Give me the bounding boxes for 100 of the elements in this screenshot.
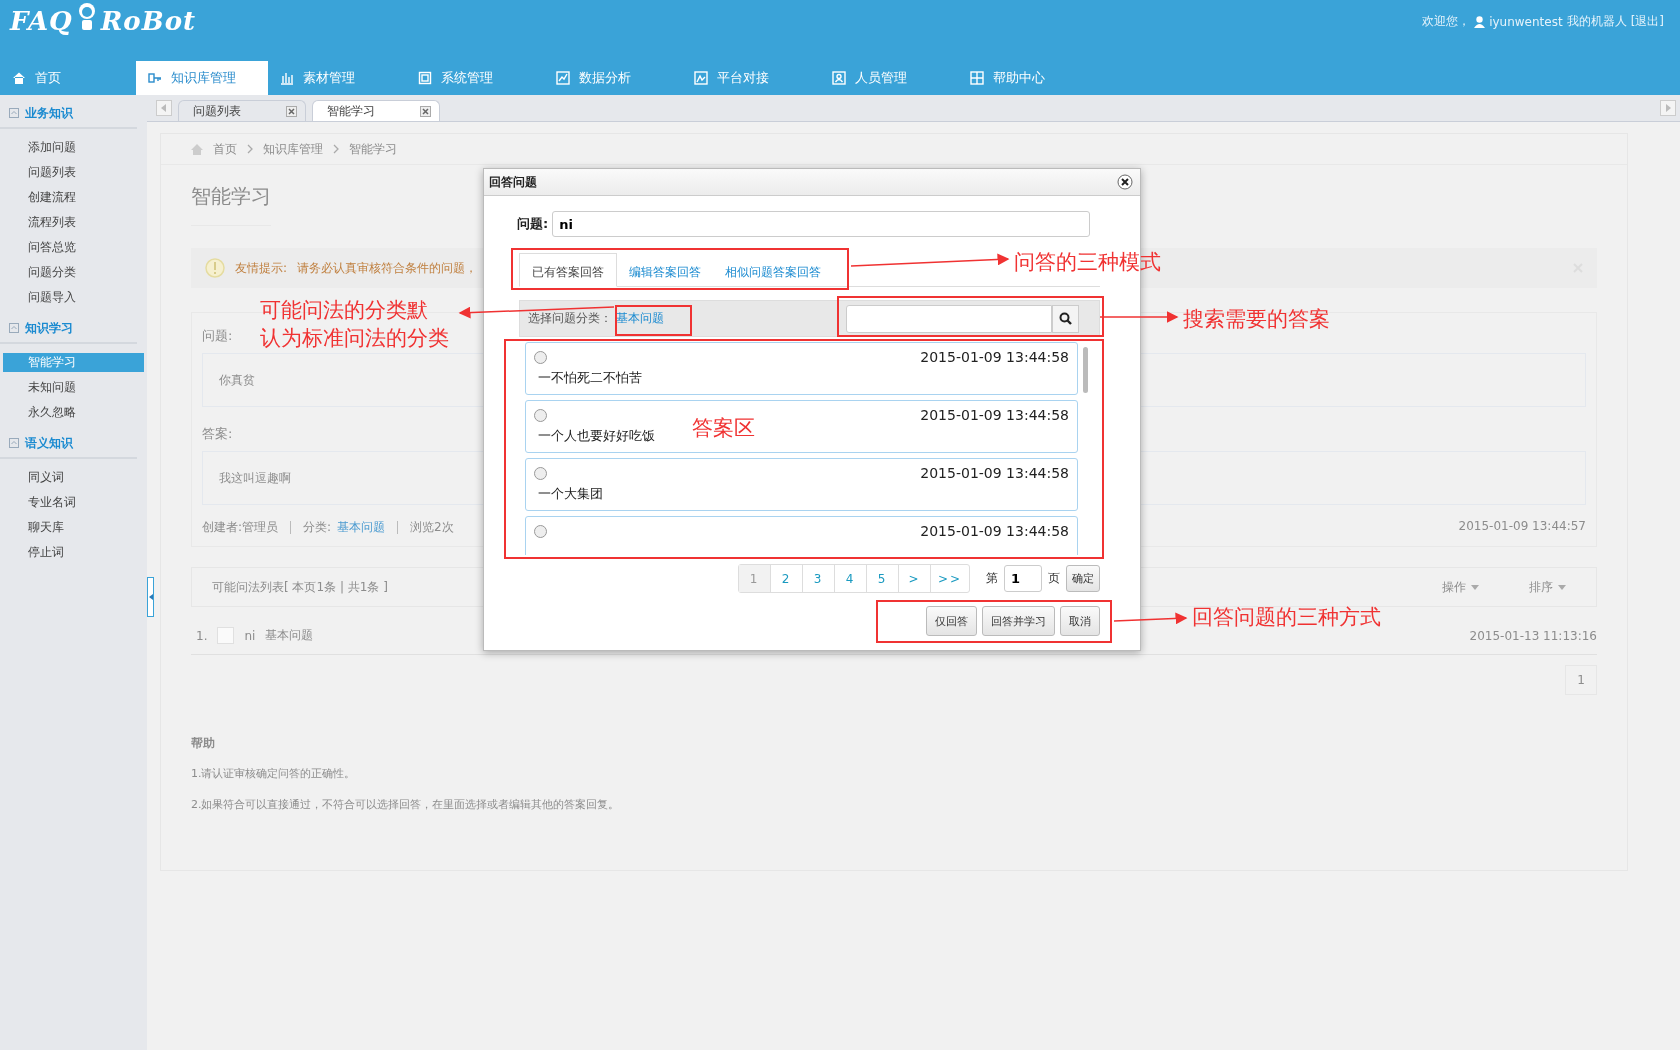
sidebar-item[interactable]: 聊天库: [3, 515, 144, 540]
warning-icon: [205, 258, 225, 278]
home-icon: [191, 143, 203, 155]
row-index: 1.: [196, 628, 208, 643]
action-button[interactable]: 取消: [1060, 606, 1100, 636]
nav-tab[interactable]: 数据分析: [544, 61, 682, 95]
caret-icon: [1471, 584, 1479, 590]
sidebar-item[interactable]: 问题分类: [3, 260, 144, 285]
mode-tab[interactable]: 相似问题答案回答: [713, 254, 833, 286]
radio-button[interactable]: [534, 524, 547, 538]
nav-tab[interactable]: 帮助中心: [958, 61, 1096, 95]
radio-button[interactable]: [534, 466, 547, 480]
list-summary: 可能问法列表[ 本页1条 | 共1条 ]: [212, 578, 388, 596]
user-icon: [1474, 15, 1486, 28]
confirm-button[interactable]: 确定: [1066, 565, 1100, 592]
page-button[interactable]: >: [898, 565, 930, 592]
dropdown-button[interactable]: 操作: [1442, 578, 1479, 596]
help-title: 帮助: [191, 735, 215, 752]
breadcrumb-link[interactable]: 智能学习: [349, 140, 397, 158]
logo-text: FAQ: [10, 6, 73, 36]
sidebar-item[interactable]: 流程列表: [3, 210, 144, 235]
sidebar-item[interactable]: 永久忽略: [3, 400, 144, 425]
robot-link[interactable]: 我的机器人: [1566, 13, 1627, 30]
search-icon: [1059, 312, 1072, 325]
sidebar-item[interactable]: 同义词: [3, 465, 144, 490]
page-button[interactable]: 5: [866, 565, 898, 592]
page-tab[interactable]: 问题列表: [178, 100, 306, 121]
action-button[interactable]: 仅回答: [926, 606, 977, 636]
question-label: 问题:: [202, 327, 233, 345]
page-button[interactable]: 1: [739, 565, 770, 592]
category-label: 分类:: [303, 519, 332, 536]
nav-tab[interactable]: 系统管理: [406, 61, 544, 95]
caret-icon: [1558, 584, 1566, 590]
question-field[interactable]: ni: [552, 211, 1091, 237]
chart-icon: [556, 71, 570, 85]
alert-label: 友情提示:: [235, 259, 288, 277]
radio-button[interactable]: [534, 408, 547, 422]
nav-tab[interactable]: 知识库管理: [136, 61, 268, 95]
close-icon[interactable]: [1117, 174, 1133, 190]
category-label: 选择问题分类：: [528, 310, 612, 327]
page-button[interactable]: 2: [770, 565, 802, 592]
action-button[interactable]: 回答并学习: [982, 606, 1055, 636]
search-field[interactable]: [846, 304, 1052, 333]
nav-tab[interactable]: 平台对接: [682, 61, 820, 95]
creator-text: 创建者:管理员: [202, 519, 279, 536]
sidebar-item[interactable]: 问答总览: [3, 235, 144, 260]
sidebar-group-title[interactable]: 业务知识: [0, 103, 137, 129]
dialog-title: 回答问题: [489, 173, 537, 191]
annotation-text: 答案区: [692, 415, 755, 442]
sidebar-group-title[interactable]: 知识学习: [0, 318, 137, 344]
collapse-icon[interactable]: [9, 323, 19, 333]
user-link[interactable]: iyunwentest: [1489, 14, 1563, 29]
answer-date: 2015-01-09 13:44:58: [920, 523, 1069, 539]
answer-date: 2015-01-09 13:44:58: [920, 407, 1069, 423]
collapse-icon[interactable]: [9, 438, 19, 448]
answer-text: 一不怕死二不怕苦: [537, 369, 642, 387]
page-button[interactable]: 3: [802, 565, 834, 592]
breadcrumb-link[interactable]: 知识库管理: [263, 140, 323, 158]
collapse-handle[interactable]: [147, 577, 154, 617]
mode-tab[interactable]: 编辑答案回答: [617, 254, 713, 286]
sidebar-item[interactable]: 智能学习: [3, 353, 144, 372]
page-button[interactable]: 1: [1565, 665, 1597, 695]
checkbox[interactable]: [217, 627, 235, 644]
answer-card[interactable]: 2015-01-09 13:44:58 一个大集团: [525, 458, 1078, 511]
sidebar-item[interactable]: 问题导入: [3, 285, 144, 310]
sidebar-item[interactable]: 添加问题: [3, 135, 144, 160]
page-button[interactable]: >>: [930, 565, 969, 592]
nav-tab[interactable]: 首页: [0, 61, 136, 95]
mode-tab[interactable]: 已有答案回答: [519, 253, 617, 287]
page-suffix: 页: [1048, 570, 1060, 587]
scrollbar[interactable]: [1083, 347, 1088, 393]
category-link[interactable]: 基本问题: [337, 519, 386, 536]
home-icon: [12, 71, 26, 85]
nav-tab[interactable]: 素材管理: [268, 61, 406, 95]
radio-button[interactable]: [534, 350, 547, 364]
sidebar-item[interactable]: 停止词: [3, 540, 144, 565]
sidebar-group-title[interactable]: 语义知识: [0, 433, 137, 459]
page-button[interactable]: 4: [834, 565, 866, 592]
scroll-left-icon[interactable]: [156, 100, 172, 116]
category-link[interactable]: 基本问题: [616, 310, 664, 327]
annotation-text: 搜索需要的答案: [1183, 306, 1330, 333]
collapse-icon[interactable]: [9, 108, 19, 118]
chevron-icon: [333, 144, 339, 154]
annotation-text: 回答问题的三种方式: [1192, 604, 1381, 631]
date-text: 2015-01-09 13:44:57: [1458, 519, 1586, 535]
logo-text: RoBot: [100, 6, 197, 36]
scroll-right-icon[interactable]: [1660, 100, 1676, 116]
page-field[interactable]: 1: [1004, 565, 1042, 592]
page-tab[interactable]: 智能学习: [312, 100, 440, 121]
nav-tab[interactable]: 人员管理: [820, 61, 958, 95]
answer-card[interactable]: 2015-01-09 13:44:58 一不怕死二不怕苦: [525, 342, 1078, 395]
logout-link[interactable]: [退出]: [1630, 13, 1664, 30]
sidebar-item[interactable]: 问题列表: [3, 160, 144, 185]
sidebar-item[interactable]: 未知问题: [3, 375, 144, 400]
sidebar-item[interactable]: 创建流程: [3, 185, 144, 210]
search-button[interactable]: [1052, 304, 1079, 333]
breadcrumb-link[interactable]: 首页: [213, 140, 237, 158]
chevron-icon: [247, 144, 253, 154]
sidebar-item[interactable]: 专业名词: [3, 490, 144, 515]
dropdown-button[interactable]: 排序: [1529, 578, 1566, 596]
